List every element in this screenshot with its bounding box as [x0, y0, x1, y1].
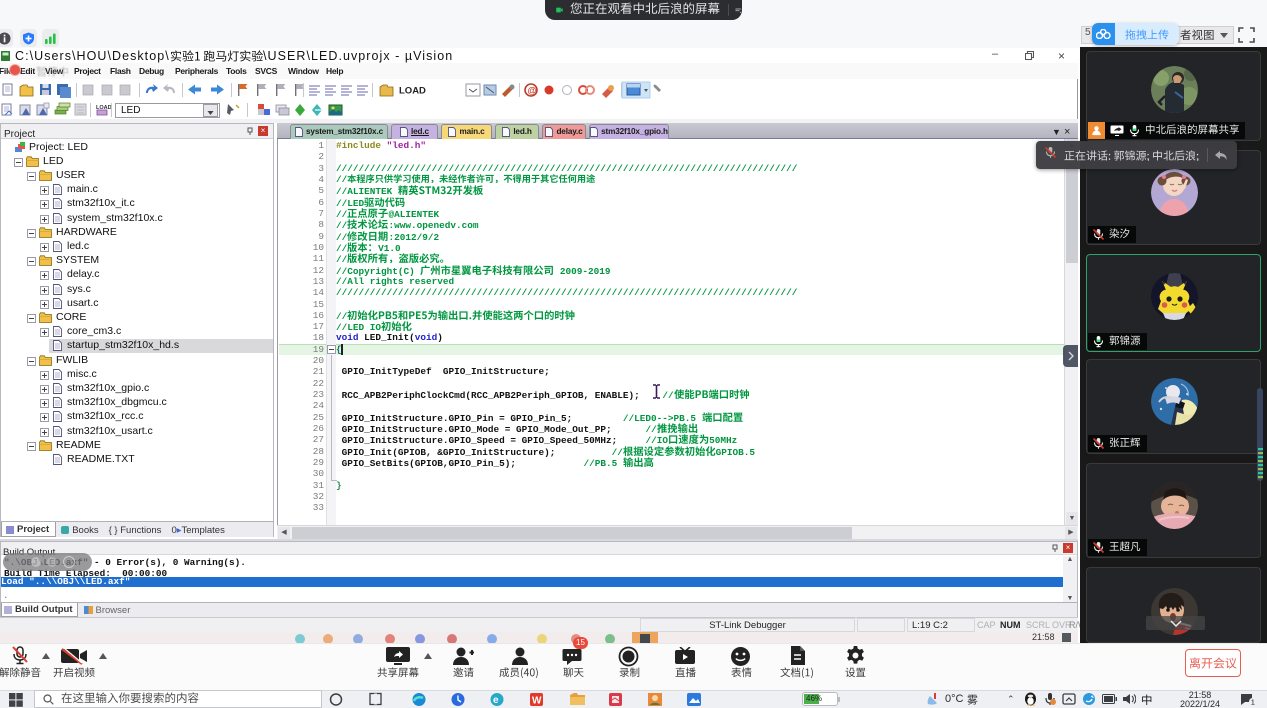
svg-text:1: 1 — [1251, 697, 1255, 706]
svg-text:LOAD: LOAD — [399, 86, 426, 97]
svg-text:W: W — [532, 696, 542, 707]
svg-text:@: @ — [528, 86, 537, 96]
svg-text:e: e — [493, 695, 499, 706]
